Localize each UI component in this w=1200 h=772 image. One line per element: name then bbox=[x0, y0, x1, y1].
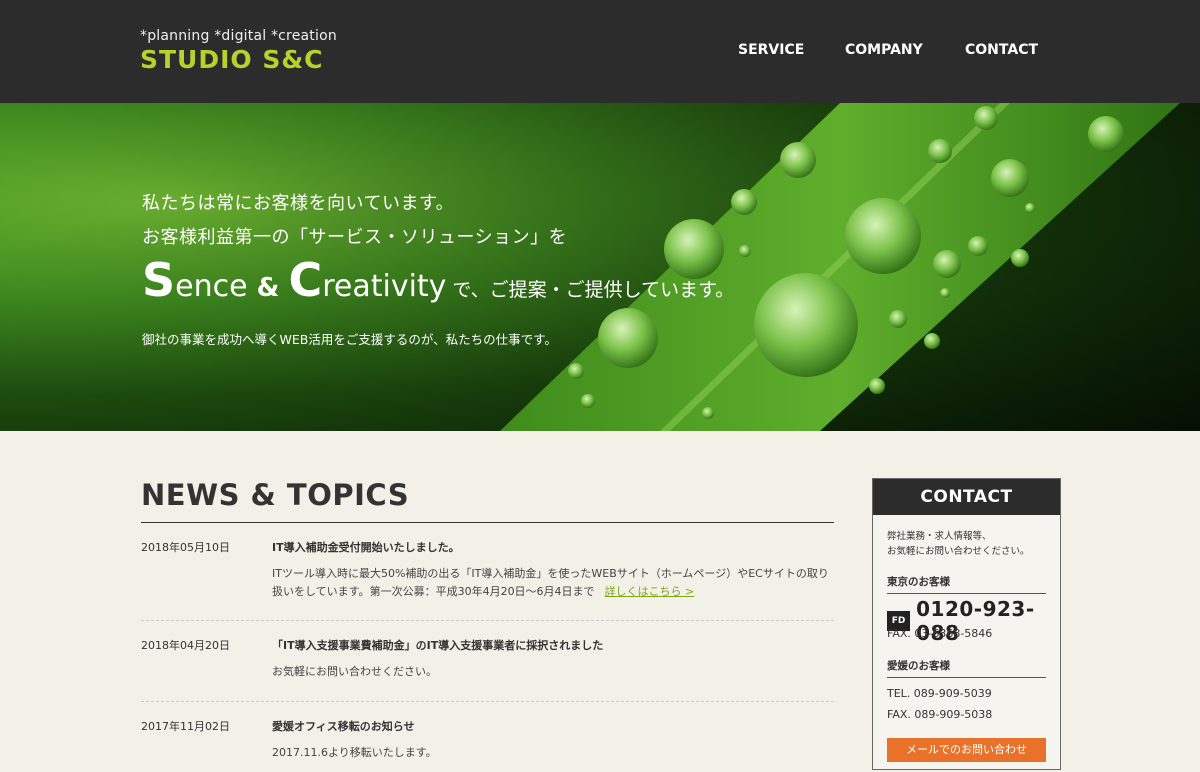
news-body-text: ITツール導入時に最大50%補助の出る「IT導入補助金」を使ったWEBサイト（ホ… bbox=[272, 567, 829, 598]
hero-c-letter: C bbox=[288, 253, 323, 307]
hero-subtext: 御社の事業を成功へ導くWEB活用をご支援するのが、私たちの仕事です。 bbox=[142, 332, 557, 347]
hero-line-1: 私たちは常にお客様を向いています。 bbox=[142, 193, 455, 214]
ehime-label: 愛媛のお客様 bbox=[887, 658, 1046, 678]
nav-service[interactable]: SERVICE bbox=[738, 42, 804, 58]
hero-tail: で、ご提案・ご提供しています。 bbox=[452, 279, 735, 301]
hero-banner: 私たちは常にお客様を向いています。 お客様利益第一の「サービス・ソリューション」… bbox=[0, 103, 1200, 431]
news-item: 2017年11月02日 愛媛オフィス移転のお知らせ 2017.11.6より移転い… bbox=[141, 702, 834, 772]
news-section: NEWS & TOPICS 2018年05月10日 IT導入補助金受付開始いたし… bbox=[141, 478, 834, 772]
news-body: ITツール導入時に最大50%補助の出る「IT導入補助金」を使ったWEBサイト（ホ… bbox=[272, 565, 834, 601]
logo-brand: STUDIO S&C bbox=[140, 45, 324, 74]
news-date: 2017年11月02日 bbox=[141, 720, 230, 733]
news-title[interactable]: 愛媛オフィス移転のお知らせ bbox=[272, 718, 415, 734]
site-header: *planning *digital *creation STUDIO S&C … bbox=[0, 0, 1200, 103]
contact-heading: CONTACT bbox=[873, 479, 1060, 515]
read-more-link[interactable]: 詳しくはこちら > bbox=[605, 585, 695, 598]
contact-sidebar: CONTACT 弊社業務・求人情報等、 お気軽にお問い合わせください。 東京のお… bbox=[872, 478, 1061, 770]
tokyo-label: 東京のお客様 bbox=[887, 574, 1046, 594]
news-body: お気軽にお問い合わせください。 bbox=[272, 665, 437, 678]
nav-company[interactable]: COMPANY bbox=[845, 42, 923, 58]
logo-tagline: *planning *digital *creation bbox=[140, 28, 337, 44]
ehime-tel[interactable]: TEL. 089-909-5039 bbox=[887, 687, 992, 700]
hero-s-letter: S bbox=[142, 253, 176, 307]
logo[interactable]: *planning *digital *creation STUDIO S&C bbox=[140, 28, 337, 74]
hero-amp: & bbox=[256, 273, 280, 303]
news-body: 2017.11.6より移転いたします。 bbox=[272, 746, 437, 759]
contact-intro-line-1: 弊社業務・求人情報等、 bbox=[887, 531, 992, 542]
news-date: 2018年04月20日 bbox=[141, 639, 230, 652]
news-heading: NEWS & TOPICS bbox=[141, 478, 834, 523]
news-item: 2018年05月10日 IT導入補助金受付開始いたしました。 ITツール導入時に… bbox=[141, 523, 834, 621]
news-title[interactable]: 「IT導入支援事業費補助金」のIT導入支援事業者に採択されました bbox=[272, 637, 603, 653]
hero-s-rest: ence bbox=[175, 269, 248, 304]
mail-contact-button[interactable]: メールでのお問い合わせ bbox=[887, 738, 1046, 762]
contact-intro-line-2: お気軽にお問い合わせください。 bbox=[887, 546, 1030, 557]
news-item: 2018年04月20日 「IT導入支援事業費補助金」のIT導入支援事業者に採択さ… bbox=[141, 621, 834, 702]
hero-tagline: Sence & Creativity で、ご提案・ご提供しています。 bbox=[142, 253, 734, 307]
nav-contact[interactable]: CONTACT bbox=[965, 42, 1038, 58]
hero-line-2: お客様利益第一の「サービス・ソリューション」を bbox=[142, 227, 568, 248]
hero-c-rest: reativity bbox=[322, 269, 447, 304]
news-date: 2018年05月10日 bbox=[141, 541, 230, 554]
news-title[interactable]: IT導入補助金受付開始いたしました。 bbox=[272, 539, 460, 555]
ehime-fax: FAX. 089-909-5038 bbox=[887, 708, 993, 721]
contact-intro: 弊社業務・求人情報等、 お気軽にお問い合わせください。 bbox=[887, 529, 1030, 559]
tokyo-fax: FAX. 03-6368-5846 bbox=[887, 627, 993, 640]
